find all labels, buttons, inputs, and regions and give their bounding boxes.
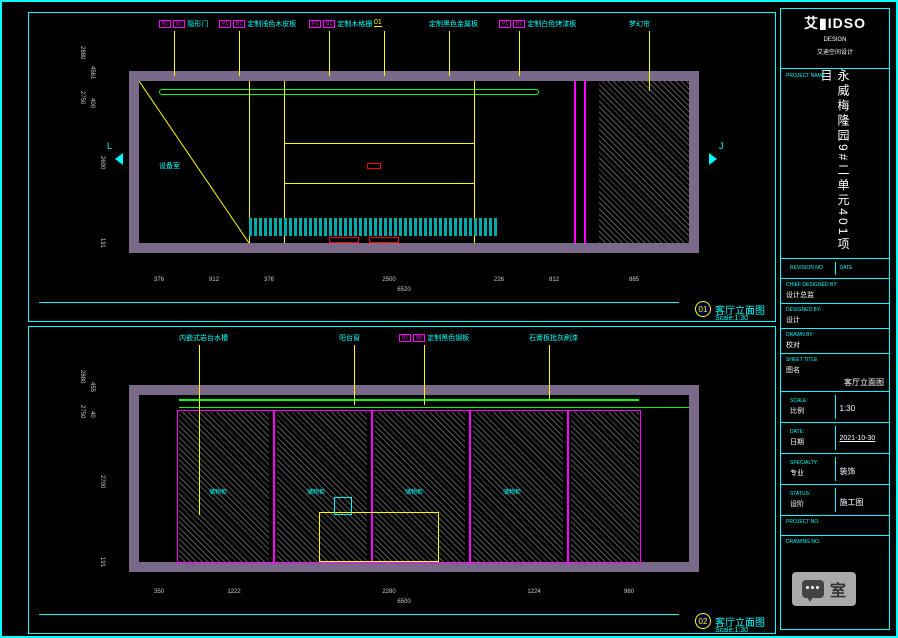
mullion4 (567, 410, 569, 564)
door-diag (139, 81, 249, 243)
cad-canvas: 设备室 P1B1隐形门 P1B1定制浅色木皮板 P1B1定制木格栅 01 定制黑… (0, 0, 898, 638)
dims2-left: 2880 455 2750 40 2700 191 (79, 367, 119, 587)
callout-1-scale: Scale:1:30 (715, 315, 748, 322)
scale-row: SCALE:比例 1:30 (781, 392, 889, 423)
faucet (334, 497, 352, 515)
drawn-row: DRAWN BY: 校对 (781, 329, 889, 354)
ref-lbl: 01 (374, 19, 382, 27)
e2-lbl1: 内嵌式岩台水槽 (179, 333, 228, 343)
ld3b (384, 31, 385, 76)
baseboard-grille (249, 218, 499, 236)
counter (319, 512, 439, 562)
designed-row: DESIGNED BY: 设计 (781, 304, 889, 329)
design-label: DESIGN (785, 37, 885, 43)
callout-2-line (39, 614, 679, 615)
wall-top (129, 71, 699, 81)
mark-J: J (719, 141, 724, 151)
tb-logo-section: 艾▮IDSO DESIGN 艾迪空间设计 (781, 9, 889, 69)
callout-2-num: 02 (695, 613, 711, 629)
e2-ld4 (549, 345, 550, 400)
lbl2: P1B1定制浅色木皮板 (219, 19, 296, 29)
ld3 (329, 31, 330, 76)
wall-right (689, 71, 699, 251)
header-line2 (179, 407, 689, 408)
cab1: 储物柜 (209, 487, 227, 496)
e2-ld2 (354, 345, 355, 405)
pn-label: PROJECT NAME (786, 73, 825, 79)
wall2-right (689, 385, 699, 570)
elevation-1: 设备室 P1B1隐形门 P1B1定制浅色木皮板 P1B1定制木格栅 01 定制黑… (28, 12, 776, 322)
drawing-main: 设备室 P1B1隐形门 P1B1定制浅色木皮板 P1B1定制木格栅 01 定制黑… (8, 8, 778, 630)
ld5 (519, 31, 520, 76)
chief-row: CHIEF DESIGNED BY: 设计总监 (781, 279, 889, 304)
mark-L: L (107, 141, 112, 151)
elev1-drawing: 设备室 (129, 43, 699, 273)
arrow-R1 (709, 153, 717, 165)
callout-2: 02 客厅立面图 Scale:1:30 (695, 613, 765, 629)
curtain-rail (159, 89, 539, 95)
wechat-watermark: 室 (792, 572, 856, 606)
arrow-L1 (115, 153, 123, 165)
dims-bottom: 376 912 376 2500 226 812 885 6520 (129, 277, 699, 297)
e2-lbl2: 阳台窗 (339, 333, 360, 343)
dims2-bottom: 350 1222 2280 1224 960 6500 (129, 589, 699, 609)
yh1 (284, 143, 474, 144)
date-row: DATE:日期 2021-10-30 (781, 423, 889, 454)
ld1 (174, 31, 175, 76)
outlet3 (367, 163, 381, 169)
ld4 (449, 31, 450, 76)
lbl1: P1B1隐形门 (159, 19, 208, 29)
callout-1-line (39, 302, 679, 303)
e2-lbl3: P1B2定制黑色钢板 (399, 333, 469, 343)
logo-text: 艾▮IDSO (785, 13, 885, 33)
ld6 (649, 31, 650, 91)
watermark-text: 室 (830, 577, 846, 601)
chat-icon (802, 580, 824, 598)
mullion3 (469, 410, 471, 564)
elevation-2: 储物柜 储物柜 储物柜 储物柜 内嵌式岩台水槽 阳台窗 P1B2定制黑色钢板 石… (28, 326, 776, 634)
outlet1 (329, 237, 359, 243)
yh2 (284, 183, 474, 184)
wall-bottom (129, 243, 699, 253)
project-name: 永威梅隆园9#二单元401项目 (818, 69, 852, 258)
lbl4: 定制黑色金属板 (429, 19, 478, 29)
mullion1 (273, 410, 275, 564)
panel-edge2 (584, 81, 586, 243)
revision-row: REVISION NO DATE (781, 259, 889, 279)
projno-row: PROJECT NO. (781, 516, 889, 536)
lbl6: 梦幻帘 (629, 19, 650, 29)
project-title-section: PROJECT NAME 永威梅隆园9#二单元401项目 (781, 69, 889, 259)
e2-lbl4: 石膏板批灰刷漆 (529, 333, 578, 343)
curtain-hatch (599, 81, 689, 243)
sheet-title-row: SHEET TITLE 图名 客厅立面图 (781, 354, 889, 392)
header-line (179, 399, 639, 401)
panel-edge (574, 81, 576, 243)
ld2 (239, 31, 240, 76)
cab4: 储物柜 (503, 487, 521, 496)
e2-ld1 (199, 345, 200, 515)
drawno-row: DRAWING NO. (781, 536, 889, 556)
dims-left: 2880 4561 2750 400 2600 191 (79, 43, 119, 273)
elev2-drawing: 储物柜 储物柜 储物柜 储物柜 (129, 367, 699, 587)
lbl5: P1B2定制白色烤漆板 (499, 19, 576, 29)
specialty-row: SPECIALTY:专业 装饰 (781, 454, 889, 485)
room-label: 设备室 (159, 161, 180, 171)
callout-2-scale: Scale:1:30 (715, 627, 748, 634)
e2-ld3 (424, 345, 425, 405)
titleblock: 艾▮IDSO DESIGN 艾迪空间设计 PROJECT NAME 永威梅隆园9… (780, 8, 890, 630)
wall-left (129, 71, 139, 251)
company: 艾迪空间设计 (785, 47, 885, 56)
callout-1-num: 01 (695, 301, 711, 317)
status-row: STATUS:设阶 施工图 (781, 485, 889, 516)
cab3: 储物柜 (405, 487, 423, 496)
wall2-top (129, 385, 699, 395)
lbl3: P1B1定制木格栅 (309, 19, 372, 29)
wall2-left (129, 385, 139, 570)
cab2: 储物柜 (307, 487, 325, 496)
outlet2 (369, 237, 399, 243)
callout-1: 01 客厅立面图 Scale:1:30 (695, 301, 765, 317)
